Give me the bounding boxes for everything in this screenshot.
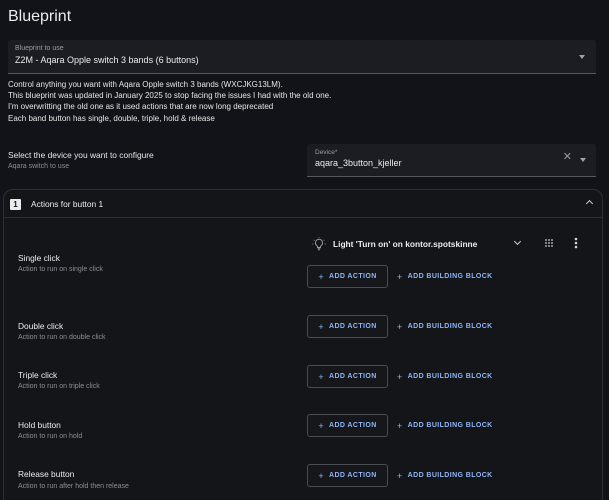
double-click-label: Double click bbox=[18, 321, 64, 331]
single-click-label: Single click bbox=[18, 253, 60, 263]
plus-icon: + bbox=[318, 321, 324, 332]
description-line: I'm overwritting the old one as it used … bbox=[8, 102, 274, 112]
actions-section: 1 Actions for button 1 Light 'Turn on' o… bbox=[3, 189, 603, 500]
add-action-button[interactable]: + ADD ACTION bbox=[307, 464, 388, 487]
hold-button-subtitle: Action to run on hold bbox=[18, 433, 83, 440]
description-line: This blueprint was updated in January 20… bbox=[8, 91, 332, 101]
device-field[interactable]: Device* aqara_3button_kjeller ✕ bbox=[307, 144, 596, 177]
hold-button-label: Hold button bbox=[18, 420, 61, 430]
double-click-subtitle: Action to run on double click bbox=[18, 334, 106, 341]
plus-icon: + bbox=[318, 271, 324, 282]
chevron-down-icon[interactable] bbox=[513, 237, 522, 246]
blueprint-select-label: Blueprint to use bbox=[15, 45, 64, 52]
page-title: Blueprint bbox=[8, 8, 72, 25]
more-options-icon[interactable] bbox=[573, 237, 579, 249]
lightbulb-icon bbox=[312, 237, 326, 251]
description-line: Control anything you want with Aqara Opp… bbox=[8, 80, 283, 89]
plus-icon: + bbox=[318, 420, 324, 431]
device-selector-subtitle: Aqara switch to use bbox=[8, 163, 70, 170]
release-button-label: Release button bbox=[18, 469, 75, 479]
close-icon[interactable]: ✕ bbox=[563, 152, 572, 163]
section-number: 1 bbox=[10, 199, 21, 210]
plus-icon: + bbox=[397, 420, 403, 431]
add-building-block-button[interactable]: + ADD BUILDING BLOCK bbox=[397, 365, 493, 388]
triple-click-label: Triple click bbox=[18, 370, 58, 380]
blueprint-select-value: Z2M - Aqara Opple switch 3 bands (6 butt… bbox=[15, 55, 199, 65]
dropdown-caret-icon[interactable] bbox=[579, 55, 585, 59]
add-action-button[interactable]: + ADD ACTION bbox=[307, 315, 388, 338]
add-building-block-button[interactable]: + ADD BUILDING BLOCK bbox=[397, 315, 493, 338]
device-field-value: aqara_3button_kjeller bbox=[315, 158, 402, 168]
dropdown-caret-icon[interactable] bbox=[580, 158, 586, 162]
blueprint-description: Control anything you want with Aqara Opp… bbox=[8, 79, 603, 124]
add-action-button[interactable]: + ADD ACTION bbox=[307, 265, 388, 288]
plus-icon: + bbox=[397, 371, 403, 382]
existing-action-text: Light 'Turn on' on kontor.spotskinne bbox=[333, 239, 478, 249]
section-header[interactable]: 1 Actions for button 1 bbox=[4, 190, 602, 218]
single-click-subtitle: Action to run on single click bbox=[18, 266, 103, 273]
drag-handle-icon[interactable] bbox=[544, 238, 554, 248]
plus-icon: + bbox=[397, 321, 403, 332]
plus-icon: + bbox=[318, 470, 324, 481]
add-building-block-button[interactable]: + ADD BUILDING BLOCK bbox=[397, 464, 493, 487]
triple-click-subtitle: Action to run on triple click bbox=[18, 383, 100, 390]
plus-icon: + bbox=[318, 371, 324, 382]
plus-icon: + bbox=[397, 271, 403, 282]
device-selector-title: Select the device you want to configure bbox=[8, 150, 154, 160]
section-title: Actions for button 1 bbox=[31, 199, 104, 209]
blueprint-select[interactable]: Blueprint to use Z2M - Aqara Opple switc… bbox=[8, 40, 596, 74]
add-action-button[interactable]: + ADD ACTION bbox=[307, 365, 388, 388]
release-button-subtitle: Action to run after hold then release bbox=[18, 483, 129, 490]
chevron-up-icon[interactable] bbox=[585, 199, 594, 208]
device-field-label: Device* bbox=[315, 149, 338, 156]
existing-action-item[interactable]: Light 'Turn on' on kontor.spotskinne bbox=[312, 237, 582, 251]
plus-icon: + bbox=[397, 470, 403, 481]
add-building-block-button[interactable]: + ADD BUILDING BLOCK bbox=[397, 265, 493, 288]
add-action-button[interactable]: + ADD ACTION bbox=[307, 414, 388, 437]
add-building-block-button[interactable]: + ADD BUILDING BLOCK bbox=[397, 414, 493, 437]
description-line: Each band button has single, double, tri… bbox=[8, 113, 215, 123]
